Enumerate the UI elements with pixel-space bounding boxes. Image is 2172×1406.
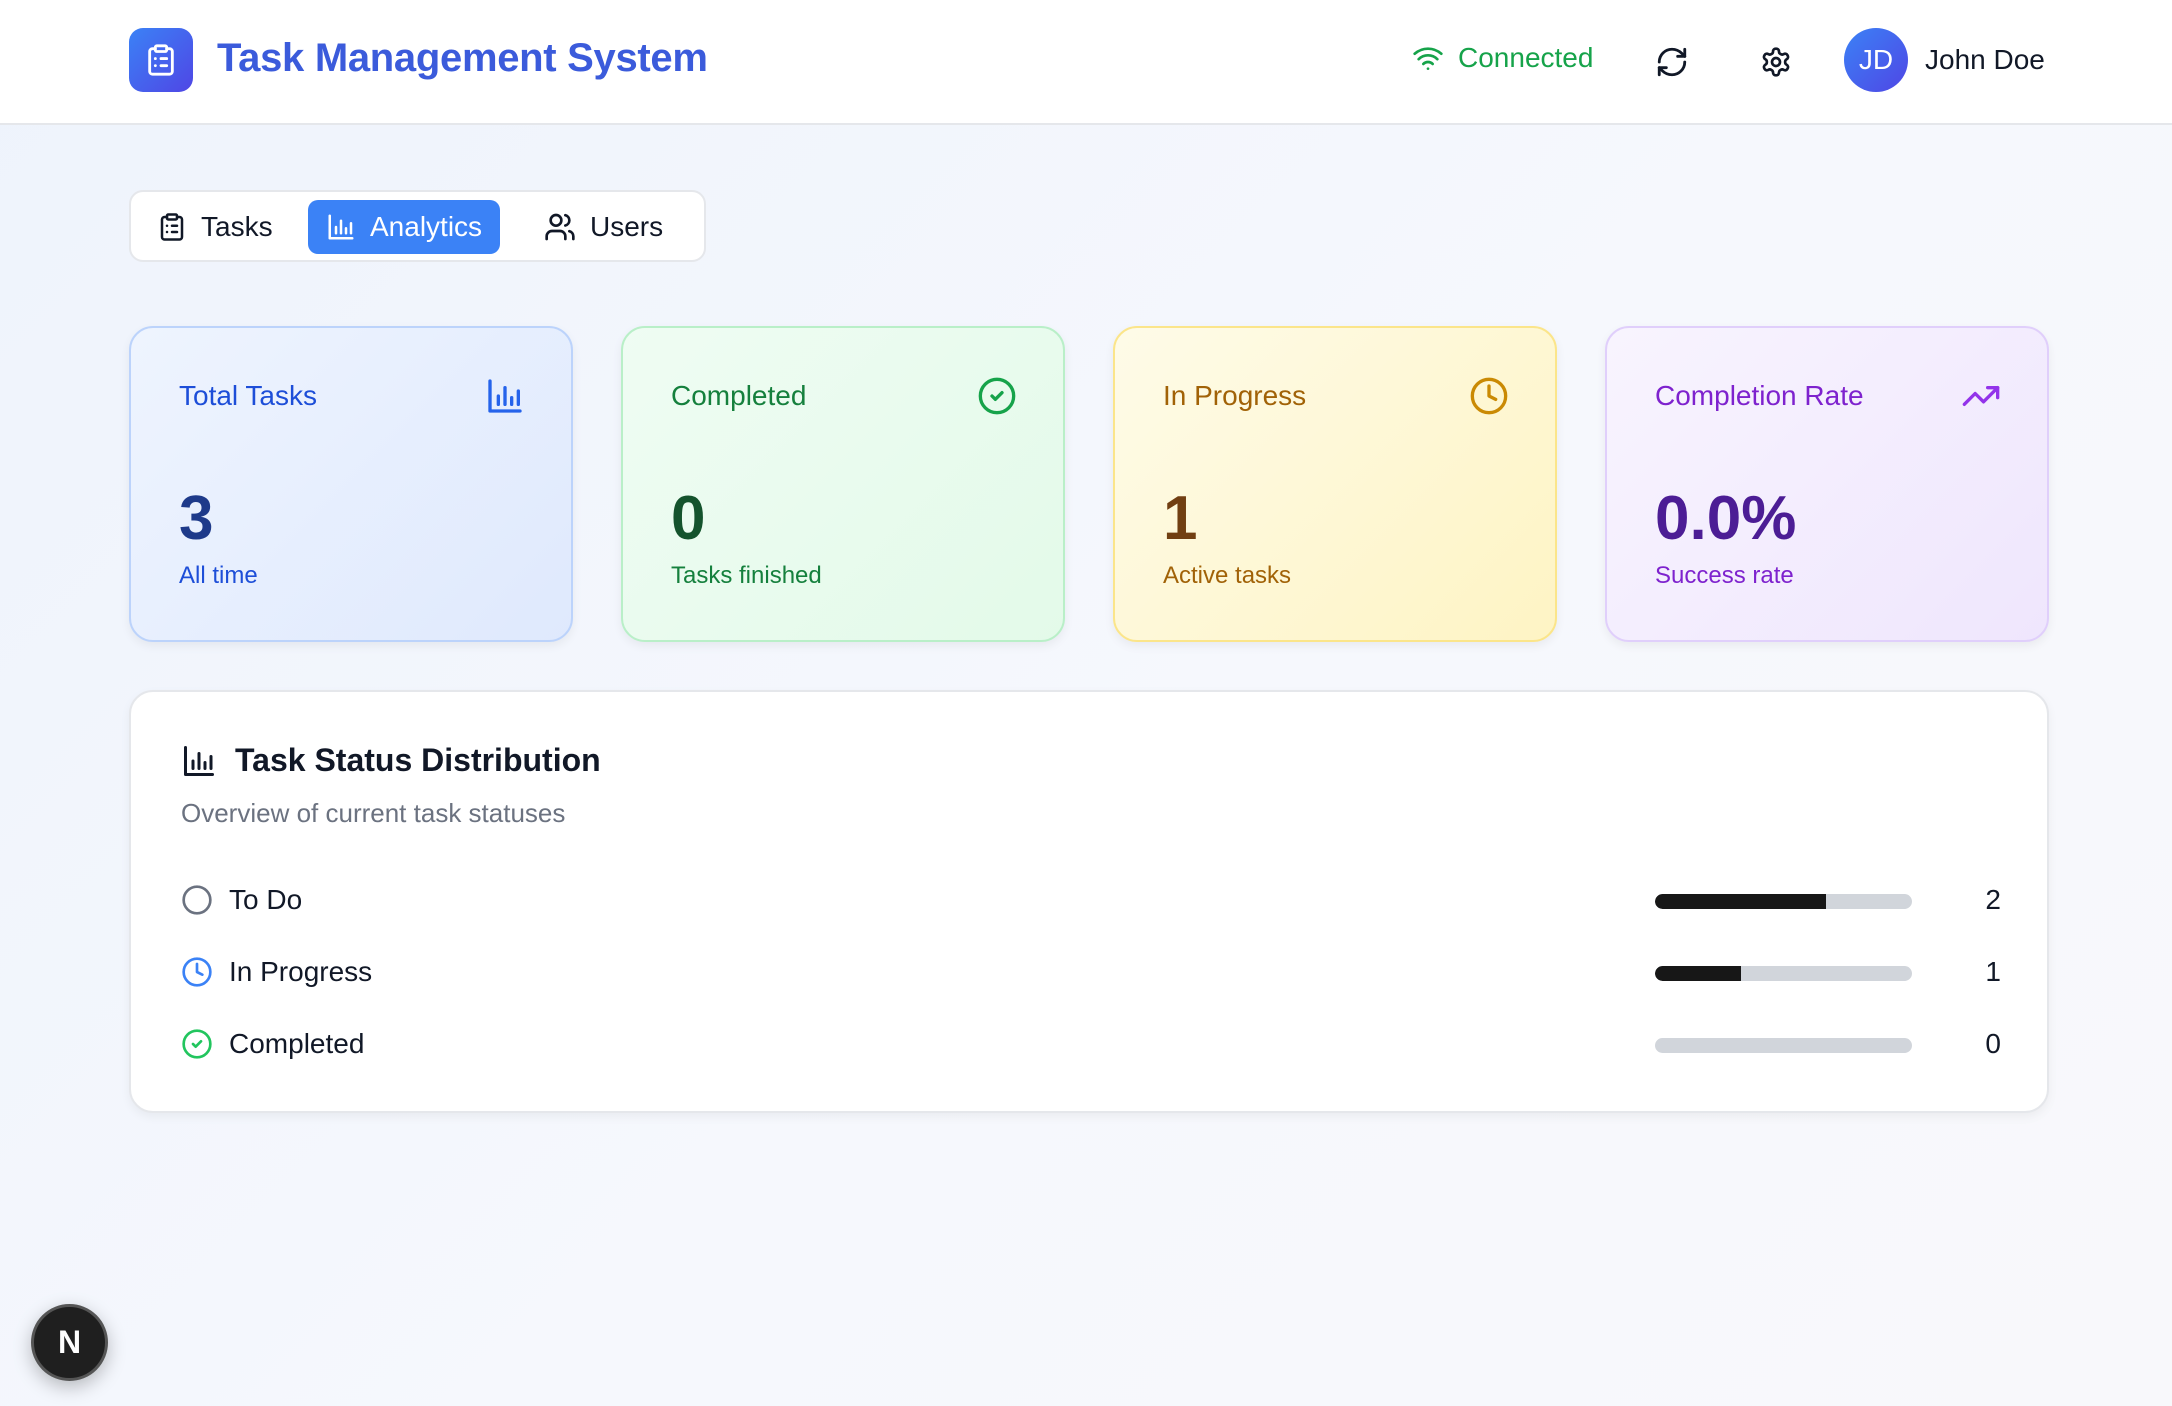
task-status-distribution-panel: Task Status Distribution Overview of cur… <box>129 690 2049 1113</box>
clipboard-icon <box>148 44 174 76</box>
stat-card-subtitle: Active tasks <box>1163 562 1292 589</box>
panel-subtitle: Overview of current task statuses <box>181 798 566 828</box>
tab-users-label: Users <box>590 211 664 242</box>
stat-card-value: 1 <box>1163 484 1198 553</box>
status-count: 2 <box>1985 884 2001 915</box>
app-logo <box>129 28 193 92</box>
tab-analytics-label: Analytics <box>370 211 483 242</box>
wifi-icon <box>1413 47 1443 70</box>
tab-tasks[interactable]: Tasks <box>139 200 291 254</box>
bar-chart-icon <box>184 745 214 776</box>
stat-card-value: 0.0% <box>1655 484 1797 553</box>
stat-card-value: 0 <box>671 484 706 553</box>
status-row-in-progress: In Progress 1 <box>181 950 2001 994</box>
gear-icon <box>1762 47 1790 77</box>
status-progress-bar <box>1655 894 1912 909</box>
avatar[interactable]: JD <box>1844 28 1908 92</box>
stat-card-title: In Progress <box>1163 380 1307 411</box>
stat-card-total-tasks: Total Tasks 3 All time <box>129 326 573 642</box>
status-label: Completed <box>229 1028 365 1059</box>
stat-card-subtitle: All time <box>179 562 258 589</box>
panel-title: Task Status Distribution <box>181 742 601 779</box>
tab-analytics[interactable]: Analytics <box>308 200 501 254</box>
status-progress-fill <box>1655 966 1741 981</box>
status-label: In Progress <box>229 956 373 987</box>
status-count: 1 <box>1985 956 2001 987</box>
tab-users[interactable]: Users <box>526 200 681 254</box>
settings-button[interactable] <box>1752 38 1800 86</box>
circle-icon <box>182 885 212 915</box>
stat-card-title: Completion Rate <box>1655 380 1864 411</box>
stat-card-title: Completed <box>671 380 807 411</box>
clock-icon <box>1470 377 1508 415</box>
bar-chart-icon <box>488 379 522 413</box>
app-title: Task Management System <box>217 36 708 80</box>
stat-card-title: Total Tasks <box>179 380 317 411</box>
connection-status-label: Connected <box>1458 42 1594 73</box>
clock-icon <box>182 957 212 987</box>
app-header: Task Management System Connected JD John… <box>0 0 2172 125</box>
bar-chart-icon <box>328 214 354 240</box>
stat-card-completion-rate: Completion Rate 0.0% Success rate <box>1605 326 2049 642</box>
status-row-todo: To Do 2 <box>181 878 2001 922</box>
check-circle-icon <box>978 377 1016 415</box>
panel-title-label: Task Status Distribution <box>235 742 601 778</box>
stat-card-value: 3 <box>179 484 214 553</box>
trending-up-icon <box>1962 386 2000 406</box>
status-progress-bar <box>1655 966 1912 981</box>
check-circle-icon <box>182 1029 212 1059</box>
user-name[interactable]: John Doe <box>1925 44 2045 76</box>
tab-tasks-label: Tasks <box>201 211 273 242</box>
status-progress-bar <box>1655 1038 1912 1053</box>
stat-card-completed: Completed 0 Tasks finished <box>621 326 1065 642</box>
stat-card-in-progress: In Progress 1 Active tasks <box>1113 326 1557 642</box>
status-count: 0 <box>1985 1028 2001 1059</box>
clipboard-icon <box>160 213 184 241</box>
stat-card-subtitle: Success rate <box>1655 562 1794 589</box>
stat-card-subtitle: Tasks finished <box>671 562 822 589</box>
users-icon <box>545 213 575 241</box>
status-row-completed: Completed 0 <box>181 1022 2001 1066</box>
connection-status: Connected <box>1412 42 1593 74</box>
view-tabs: Tasks Analytics Users <box>129 190 706 262</box>
refresh-icon <box>1657 47 1687 77</box>
status-label: To Do <box>229 884 303 915</box>
status-progress-fill <box>1655 894 1827 909</box>
dev-tools-badge[interactable]: N <box>31 1304 108 1381</box>
refresh-button[interactable] <box>1648 38 1696 86</box>
